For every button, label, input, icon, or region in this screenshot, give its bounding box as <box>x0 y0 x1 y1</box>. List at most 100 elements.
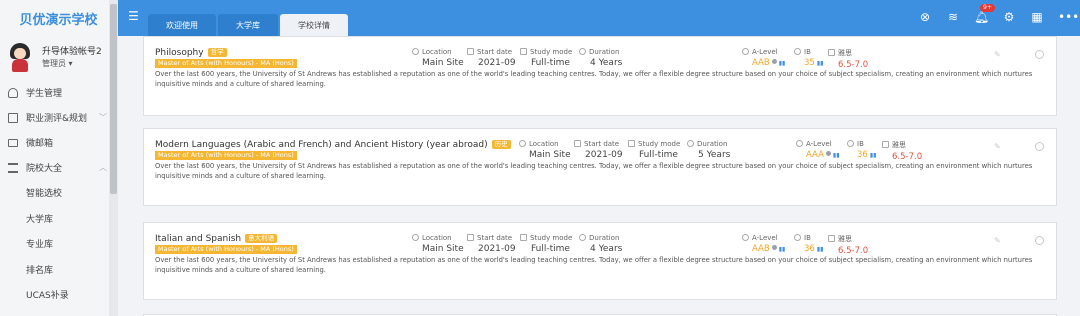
tab-university-db[interactable]: 大学库 <box>218 14 278 36</box>
field-label: Location <box>422 234 452 242</box>
study-mode-icon <box>520 234 527 241</box>
location-value: Main Site <box>422 244 464 254</box>
alevel-value: AAB ▮▮ <box>752 58 786 68</box>
bar-chart-icon[interactable]: ▮▮ <box>817 246 824 253</box>
bar-chart-icon[interactable]: ▮▮ <box>779 60 786 67</box>
course-card[interactable]: Philosophy 哲学 Master of Arts (with Honour… <box>143 36 1057 116</box>
edit-icon[interactable]: ✎ <box>994 50 1001 59</box>
sidebar-item-students[interactable]: 学生管理 <box>0 80 117 105</box>
clock-icon[interactable] <box>1035 50 1044 59</box>
start-date-value: 2021-09 <box>585 150 623 160</box>
duration-field: Duration 5 Years <box>687 140 730 160</box>
main-content: Philosophy 哲学 Master of Arts (with Honour… <box>118 36 1080 316</box>
field-label: Study mode <box>530 234 573 242</box>
sidebar-item-label: 职业测评&规划 <box>26 114 88 124</box>
tab-school-details[interactable]: 学校详情 <box>280 14 348 36</box>
scrollbar-thumb[interactable] <box>110 4 117 194</box>
sidebar-item-career[interactable]: 职业测评&规划 ﹀ <box>0 105 117 130</box>
course-title[interactable]: Italian and Spanish 意大利语 <box>155 234 278 244</box>
wifi-icon[interactable]: ≋ <box>946 10 960 24</box>
sidebar-scrollbar[interactable] <box>109 0 118 316</box>
sidebar-subitem-major-db[interactable]: 专业库 <box>0 231 117 257</box>
field-label: 雅思 <box>892 141 906 149</box>
course-title-text: Modern Languages (Arabic and French) and… <box>155 140 488 150</box>
location-icon <box>412 234 419 241</box>
menu-icon[interactable]: ☰ <box>128 10 140 22</box>
ib-icon <box>847 140 854 147</box>
sidebar-subitem-ranking-db[interactable]: 排名库 <box>0 257 117 283</box>
course-card[interactable]: Italian and Spanish 意大利语 Master of Arts (… <box>143 222 1057 300</box>
clock-icon <box>579 48 586 55</box>
course-title[interactable]: Philosophy 哲学 <box>155 48 227 58</box>
field-label: Location <box>529 140 559 148</box>
course-tag: 历史 <box>491 140 511 149</box>
degree-badge: Master of Arts (with Honours) - MA (Hons… <box>155 245 297 254</box>
sidebar-subitem-ucas-clearing[interactable]: UCAS补录 <box>0 282 117 308</box>
study-mode-field: Study mode Full-time <box>628 140 680 160</box>
edit-icon[interactable]: ✎ <box>994 236 1001 245</box>
sidebar-item-universities[interactable]: 院校大全 ︿ <box>0 155 117 180</box>
duration-field: Duration 4 Years <box>579 48 622 68</box>
study-mode-field: Study mode Full-time <box>520 48 572 68</box>
bell-icon[interactable]: 🔔︎ 9+ <box>974 4 995 24</box>
chevron-up-icon: ︿ <box>99 163 107 172</box>
course-title[interactable]: Modern Languages (Arabic and French) and… <box>155 140 511 150</box>
field-label: IB <box>857 140 864 148</box>
degree-badge: Master of Arts (with Honours) - MA (Hons… <box>155 151 297 160</box>
ielts-field: 雅思 6.5-7.0 <box>828 234 868 256</box>
avatar[interactable] <box>8 43 32 73</box>
course-card[interactable]: Modern Languages (Arabic and French) and… <box>143 128 1057 206</box>
user-panel[interactable]: 升导体验帐号2 管理员 ▾ <box>0 36 117 80</box>
topbar: ☰ 欢迎使用 大学库 学校详情 ⊗ ≋ 🔔︎ 9+ ⚙ ▦ ••• <box>118 0 1080 36</box>
field-label: 雅思 <box>838 235 852 243</box>
ib-field: IB 36 ▮▮ <box>847 140 876 160</box>
sidebar-item-label: 微邮箱 <box>26 139 54 149</box>
location-value: Main Site <box>529 150 571 160</box>
info-icon[interactable] <box>771 59 777 64</box>
field-label: Start date <box>477 48 513 56</box>
sidebar-subitem-university-db[interactable]: 大学库 <box>0 206 117 232</box>
more-icon[interactable]: ••• <box>1058 10 1079 24</box>
close-circle-icon[interactable]: ⊗ <box>918 10 932 24</box>
start-date-value: 2021-09 <box>478 58 516 68</box>
bar-chart-icon[interactable]: ▮▮ <box>870 152 877 159</box>
course-tag: 意大利语 <box>245 234 278 243</box>
user-name: 升导体验帐号2 <box>42 47 102 57</box>
alevel-icon <box>742 48 749 55</box>
field-label: Duration <box>697 140 728 148</box>
notification-badge: 9+ <box>980 4 995 12</box>
bar-chart-icon[interactable]: ▮▮ <box>817 60 824 67</box>
alevel-field: A-Level AAB ▮▮ <box>742 48 785 68</box>
bar-chart-icon[interactable]: ▮▮ <box>779 246 786 253</box>
course-description: Over the last 600 years, the University … <box>155 256 1033 274</box>
alevel-value: AAB ▮▮ <box>752 244 786 254</box>
tab-welcome[interactable]: 欢迎使用 <box>148 14 216 36</box>
sidebar: 贝优演示学校 升导体验帐号2 管理员 ▾ 学生管理 职业测评&规划 ﹀ 微邮箱 … <box>0 0 118 316</box>
location-icon <box>412 48 419 55</box>
sidebar-item-mail[interactable]: 微邮箱 <box>0 130 117 155</box>
field-label: Start date <box>477 234 513 242</box>
gear-icon[interactable]: ⚙ <box>1002 10 1016 24</box>
field-label: Start date <box>584 140 620 148</box>
edit-icon[interactable]: ✎ <box>994 142 1001 151</box>
study-mode-icon <box>628 140 635 147</box>
calendar-icon <box>574 140 581 147</box>
ib-icon <box>794 48 801 55</box>
clock-icon[interactable] <box>1035 142 1044 151</box>
ib-value: 36 ▮▮ <box>857 150 877 160</box>
clock-icon[interactable] <box>1035 236 1044 245</box>
field-label: A-Level <box>752 48 778 56</box>
students-icon <box>8 87 18 98</box>
calendar-icon[interactable]: ▦ <box>1030 10 1044 24</box>
info-icon[interactable] <box>771 245 777 250</box>
bar-chart-icon[interactable]: ▮▮ <box>833 152 840 159</box>
mail-icon <box>8 138 18 147</box>
school-name: 贝优演示学校 <box>19 12 98 28</box>
start-date-value: 2021-09 <box>478 244 516 254</box>
user-role-dropdown[interactable]: 管理员 ▾ <box>42 58 102 70</box>
alevel-icon <box>742 234 749 241</box>
info-icon[interactable] <box>825 151 831 156</box>
sidebar-subitem-smart-select[interactable]: 智能选校 <box>0 180 117 206</box>
ib-field: IB 36 ▮▮ <box>794 234 823 254</box>
sidebar-item-label: 院校大全 <box>26 164 63 174</box>
